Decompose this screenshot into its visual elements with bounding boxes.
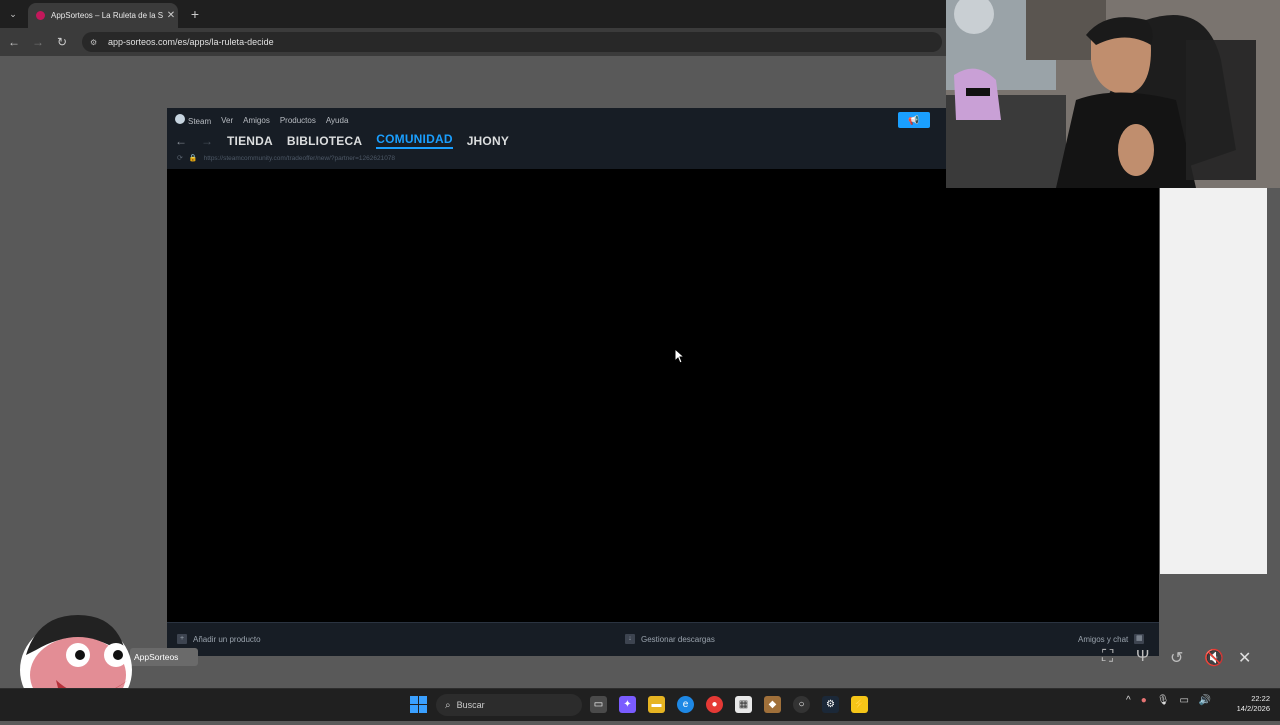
store-icon[interactable]: ▦ — [735, 696, 752, 713]
address-bar-url: app-sorteos.com/es/apps/la-ruleta-decide — [108, 37, 274, 47]
menu-productos[interactable]: Productos — [280, 116, 316, 125]
friends-chat-button[interactable]: Amigos y chat ▦ — [1078, 634, 1145, 644]
steam-taskbar-icon[interactable]: ⚙ — [822, 696, 839, 713]
webcam-image — [946, 0, 1280, 188]
browser-tab[interactable]: AppSorteos – La Ruleta de la S ✕ — [28, 3, 178, 28]
app2-icon[interactable]: ⚡ — [851, 696, 868, 713]
game-icon[interactable]: ◆ — [764, 696, 781, 713]
steam-nav: ← → TIENDA BIBLIOTECA COMUNIDAD JHONY — [175, 132, 509, 149]
friends-chat-label: Amigos y chat — [1078, 634, 1129, 644]
replay-icon[interactable]: ↺ — [1170, 648, 1183, 668]
file-explorer-icon[interactable]: ▬ — [648, 696, 665, 713]
steam-menubar: Steam Ver Amigos Productos Ayuda — [175, 114, 348, 126]
site-info-icon[interactable]: ⚙ — [90, 38, 100, 47]
add-product-button[interactable]: + Añadir un producto — [177, 634, 261, 644]
nav-user[interactable]: JHONY — [467, 134, 509, 148]
menu-ayuda[interactable]: Ayuda — [326, 116, 349, 125]
nav-tienda[interactable]: TIENDA — [227, 134, 273, 148]
steam-url-text: https://steamcommunity.com/tradeoffer/ne… — [203, 154, 396, 162]
task-view-icon[interactable]: ▭ — [590, 696, 607, 713]
download-icon: ↓ — [625, 634, 635, 644]
nav-biblioteca[interactable]: BIBLIOTECA — [287, 134, 362, 148]
add-product-label: Añadir un producto — [193, 634, 261, 644]
edge-icon[interactable]: e — [677, 696, 694, 713]
forward-arrow-icon[interactable]: → — [29, 33, 47, 51]
volume-icon[interactable]: 🔊 — [1199, 695, 1211, 706]
taskbar-search[interactable]: ⌕ Buscar — [436, 694, 582, 716]
mouse-cursor-icon — [674, 348, 686, 364]
browser-tab-title: AppSorteos – La Ruleta de la S — [51, 11, 164, 20]
steam-reload-icon[interactable]: ⟳ — [177, 154, 183, 162]
clock-time: 22:22 — [1251, 694, 1270, 703]
manage-downloads-button[interactable]: ↓ Gestionar descargas — [625, 634, 715, 644]
clock-date: 14/2/2026 — [1236, 704, 1270, 713]
reload-icon[interactable]: ↻ — [53, 33, 71, 51]
plus-icon: + — [177, 634, 187, 644]
back-arrow-icon[interactable]: ← — [5, 33, 23, 51]
nav-comunidad[interactable]: COMUNIDAD — [376, 132, 453, 149]
page-white-card — [1160, 188, 1267, 574]
menu-steam[interactable]: Steam — [175, 114, 211, 126]
steam-footer: + Añadir un producto ↓ Gestionar descarg… — [167, 622, 1159, 656]
network-icon[interactable]: ▭ — [1179, 695, 1188, 706]
steam-url-bar: ⟳ 🔒 https://steamcommunity.com/tradeoffe… — [177, 154, 396, 163]
close-tab-icon[interactable]: ✕ — [164, 10, 178, 21]
antenna-icon[interactable]: Ψ — [1136, 648, 1149, 666]
webcam-overlay — [946, 0, 1280, 188]
close-icon[interactable]: ✕ — [1238, 648, 1251, 668]
chat-icon: ▦ — [1134, 634, 1145, 644]
appsorteos-label: AppSorteos — [130, 648, 198, 666]
steam-logo-icon — [175, 114, 185, 124]
menu-ver[interactable]: Ver — [221, 116, 233, 125]
steam-content-area — [167, 169, 1159, 622]
menu-amigos[interactable]: Amigos — [243, 116, 270, 125]
fullscreen-icon[interactable]: ⛶ — [1102, 648, 1113, 666]
app-icon[interactable]: ○ — [793, 696, 810, 713]
windows-start-icon[interactable] — [410, 696, 427, 713]
announcements-megaphone-icon[interactable]: 📢 — [898, 112, 930, 128]
windows-taskbar: ⌕ Buscar ▭ ✦ ▬ e ● ▦ ◆ ○ ⚙ ⚡ ^ ● 🎙 ▭ 🔊 2… — [0, 688, 1280, 721]
manage-downloads-label: Gestionar descargas — [641, 634, 715, 644]
microphone-icon[interactable]: 🎙 — [1157, 695, 1170, 706]
taskbar-search-placeholder: Buscar — [456, 700, 485, 710]
appsorteos-favicon-icon — [36, 11, 45, 20]
copilot-icon[interactable]: ✦ — [619, 696, 636, 713]
steam-forward-arrow-icon[interactable]: → — [201, 134, 213, 148]
taskbar-clock[interactable]: 22:22 14/2/2026 — [1226, 694, 1270, 714]
mute-icon[interactable]: 🔇 — [1204, 648, 1224, 668]
new-tab-plus-icon[interactable]: + — [186, 5, 204, 23]
system-tray: ^ ● 🎙 ▭ 🔊 — [1126, 695, 1211, 706]
address-bar[interactable]: ⚙ app-sorteos.com/es/apps/la-ruleta-deci… — [82, 32, 942, 52]
tab-search-chevron-icon[interactable]: ⌄ — [5, 6, 21, 22]
chrome-icon[interactable]: ● — [706, 696, 723, 713]
steam-window: Steam Ver Amigos Productos Ayuda 📢 ← → T… — [167, 108, 1159, 656]
search-icon: ⌕ — [445, 699, 451, 711]
steam-back-arrow-icon[interactable]: ← — [175, 134, 187, 148]
tray-app-icon[interactable]: ● — [1141, 695, 1147, 706]
tray-chevron-icon[interactable]: ^ — [1126, 695, 1131, 706]
lock-icon: 🔒 — [188, 155, 198, 162]
